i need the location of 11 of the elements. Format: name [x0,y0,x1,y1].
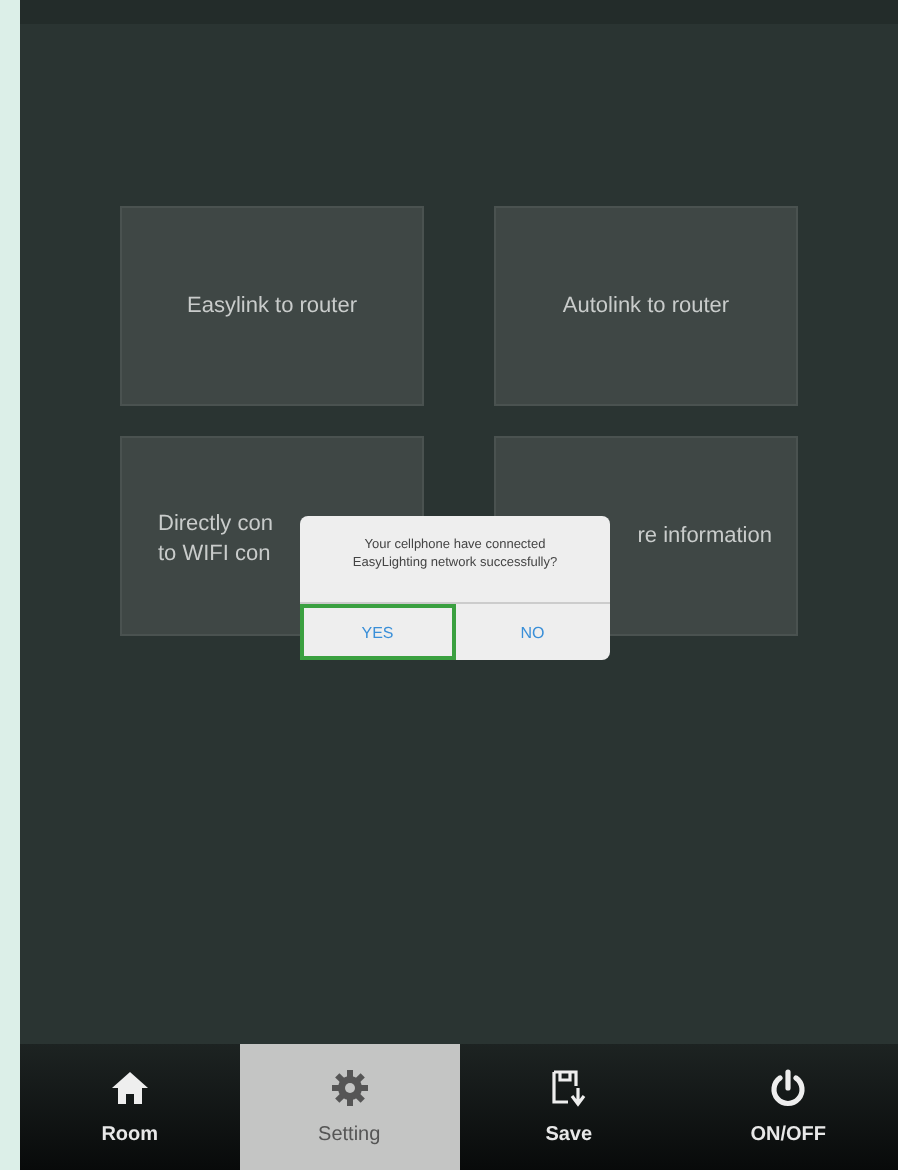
tab[interactable]: ON/OFF [678,1044,898,1170]
tab[interactable]: Setting [239,1044,459,1170]
gear-icon [329,1068,370,1108]
option-tile[interactable]: Autolink to router [494,206,798,406]
home-icon [109,1068,150,1108]
save-icon [548,1068,589,1108]
option-tile[interactable]: Easylink to router [120,206,424,406]
power-icon [768,1068,809,1108]
dialog-button[interactable]: YES [300,604,455,660]
tab[interactable]: Room [20,1044,240,1170]
tab[interactable]: Save [459,1044,679,1170]
